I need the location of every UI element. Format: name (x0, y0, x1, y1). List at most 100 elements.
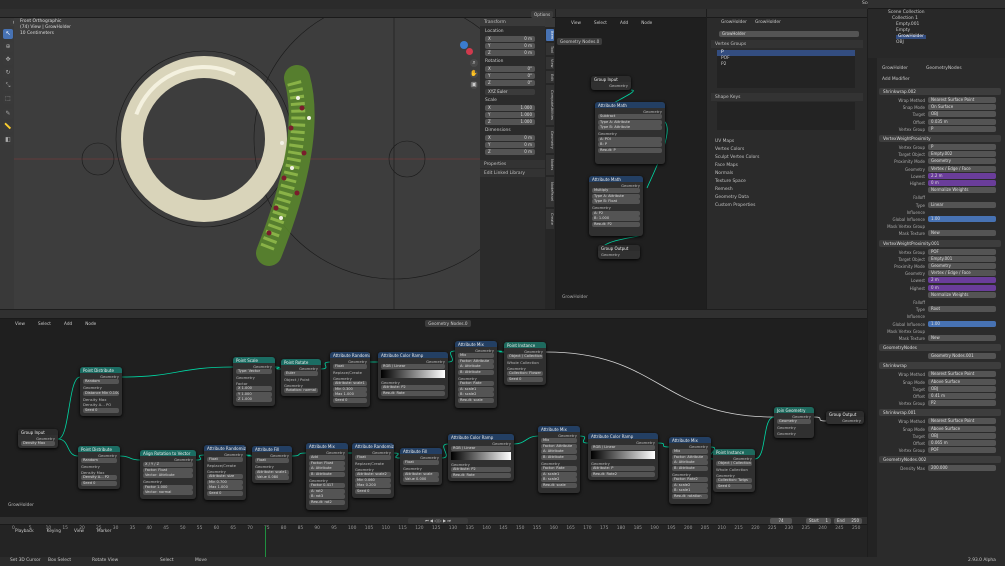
node-field[interactable]: B: rot3 (309, 494, 345, 499)
node-field[interactable]: Geometry (777, 419, 811, 424)
sidebar-tab-edit[interactable]: Edit (546, 71, 554, 83)
sidebar-tab-geometry[interactable]: Geometry (546, 127, 554, 153)
node-field[interactable]: RGB / Linear (451, 446, 511, 451)
node-field[interactable]: Attribute: P2 (381, 385, 445, 390)
small-node-attribute-math-2[interactable]: Attribute Math Geometry Multiply Type A:… (589, 176, 643, 236)
zoom-icon[interactable]: ⌕ (470, 59, 478, 67)
modifier-prop-field[interactable]: 0.035 m (928, 118, 996, 125)
node-point-rotate[interactable]: Point Rotate Geometry Euler Object / Point G… (281, 359, 321, 396)
node-field[interactable]: A: Attribute (309, 466, 345, 471)
rotation-z-field[interactable]: Z 0° (485, 80, 535, 86)
node-point-instance[interactable]: Point Instance Geometry Object / Collectio… (504, 342, 546, 385)
modifier-prop-field[interactable]: Geometry Nodes.001 (928, 353, 996, 360)
outliner-item[interactable]: Scene Collection (888, 10, 925, 15)
modifier-prop-field[interactable]: 1.00 (928, 320, 996, 327)
modifier-prop-field[interactable]: Linear (928, 201, 996, 208)
node-field[interactable]: Value 0.080 (255, 475, 289, 480)
camera-icon[interactable]: ▣ (470, 81, 478, 89)
node-field[interactable]: Result: Rate (381, 390, 445, 396)
small-node-attribute-math-1[interactable]: Attribute Math Geometry Subtract Type A:… (595, 102, 665, 164)
node-field[interactable]: Object / Collection (716, 461, 752, 466)
shape-keys-panel[interactable]: Shape Keys (711, 93, 863, 101)
modifier-prop-field[interactable]: 0 m (928, 180, 996, 186)
node-align-rotation-to-vector[interactable]: Align Rotation to Vector Geometry X / Y / … (140, 450, 196, 499)
modifier-prop-field[interactable]: Nearest Surface Point (928, 418, 996, 425)
node-field[interactable]: Float (255, 458, 289, 463)
node-dropdown[interactable]: Type A: Attribute (592, 193, 640, 199)
modifier-prop-field[interactable]: OBJ (928, 111, 996, 118)
node-field[interactable]: Collection: Twigs (716, 478, 752, 483)
node-field[interactable]: A: scale1 (541, 471, 577, 477)
node-field[interactable]: Factor: Attribute (458, 358, 494, 364)
node-attribute-randomize[interactable]: Attribute RandomizeGeometryFloatReplace/… (352, 443, 394, 498)
properties-panel-title[interactable]: Properties (480, 160, 545, 168)
node-field[interactable]: Factor: Rate2 (672, 477, 708, 482)
vertex-colors-panel[interactable]: Vertex Colors (711, 145, 863, 153)
node-field[interactable]: A: P2 (592, 210, 640, 216)
modifier-prop-field[interactable]: New (928, 230, 996, 237)
dimensions-y-field[interactable]: Y 0 m (485, 142, 535, 148)
sidebar-tab-item[interactable]: Item (546, 29, 554, 41)
modifier-header[interactable]: Shrinkwrap.001 (879, 409, 1001, 417)
node-field[interactable]: Seed 0 (333, 397, 367, 403)
node-field[interactable]: A: scale1 (458, 386, 494, 392)
node-field[interactable]: Density A... P2 (81, 475, 117, 480)
node-field[interactable]: Random (83, 379, 119, 384)
modifier-prop-field[interactable]: Vertex / Edge / Face (928, 165, 996, 172)
node-field[interactable]: Result: rotation (672, 493, 708, 499)
node-field[interactable]: B: scale2 (458, 392, 494, 397)
add-cube-tool-icon[interactable]: ◧ (3, 135, 13, 145)
node-attribute-mix[interactable]: Attribute Mix Geometry Mix Factor: Attribut… (538, 426, 580, 493)
node-attribute-color-ramp[interactable]: Attribute Color Ramp Geometry RGB / Linear… (588, 433, 658, 480)
viewport-canvas[interactable]: Front Orthographic (74) View | GrowHolde… (14, 18, 480, 309)
modifier-prop-field[interactable]: Nearest Surface Point (928, 371, 996, 378)
node-attribute-color-ramp[interactable]: Attribute Color Ramp Geometry RGB / Linear… (448, 434, 514, 481)
modifier-prop-field[interactable]: Above Surface (928, 378, 996, 385)
node-point-distribute[interactable]: Point Distribute Geometry Random Geometry Di… (80, 367, 122, 416)
outliner-item[interactable]: Collection 1 (892, 16, 918, 21)
timeline[interactable]: Playback Keying View Marker ⏮ ◀ ◁ ▷ ▶ ⏭ … (0, 517, 867, 557)
modifier-prop-field[interactable]: 0.41 m (928, 393, 996, 399)
node-field[interactable]: Float (333, 364, 367, 369)
outliner-item[interactable]: OBJ (896, 40, 904, 45)
node-dropdown[interactable]: Type A: Attribute (598, 119, 662, 125)
transform-panel-title[interactable]: Transform (480, 18, 545, 26)
modifier-prop-field[interactable]: Geometry (928, 158, 996, 165)
modifier-prop-field[interactable]: 1.00 (928, 216, 996, 222)
rotation-x-field[interactable]: X 0° (485, 66, 535, 72)
node-point-distribute[interactable]: Point Distribute Geometry Random Geometry De… (78, 446, 120, 489)
move-tool-icon[interactable]: ✥ (3, 55, 13, 65)
node-field[interactable]: Vector: Attribute (143, 473, 193, 478)
node-field[interactable]: Factor: Float (309, 460, 345, 466)
pan-hand-icon[interactable]: ✋ (470, 70, 478, 78)
modifier-prop-field[interactable]: Geometry (928, 263, 996, 269)
node-field[interactable]: Result: Rate (451, 472, 511, 478)
modifier-prop-field[interactable]: 2 m (928, 277, 996, 284)
node-field[interactable]: B: 1.000 (592, 216, 640, 221)
node-field[interactable]: Random (81, 458, 117, 463)
modifier-prop-field[interactable]: Empty.002 (928, 151, 996, 158)
node-dropdown[interactable]: Type B: Attribute (598, 125, 662, 130)
node-field[interactable]: Mix (458, 353, 494, 358)
scale-z-field[interactable]: Z 1.000 (485, 119, 535, 125)
node-field[interactable]: Mix (672, 449, 708, 454)
measure-tool-icon[interactable]: 📏 (3, 122, 13, 132)
node-field[interactable]: Result: P (598, 147, 662, 153)
node-field[interactable]: Seed 0 (355, 488, 391, 494)
modifier-prop-field[interactable]: 0.065 m (928, 440, 996, 446)
transform-tool-icon[interactable]: ⬚ (3, 94, 13, 104)
rotation-y-field[interactable]: Y 0° (485, 73, 535, 79)
node-field[interactable]: Euler (284, 371, 318, 376)
modifier-prop-field[interactable]: 200.000 (928, 465, 996, 472)
small-node-editor[interactable]: View Select Add Node Geometry Nodes.0 Gr… (556, 9, 706, 309)
dimensions-x-field[interactable]: X 0 m (485, 135, 535, 141)
modifier-prop-field[interactable]: P2 (928, 400, 996, 407)
node-dropdown[interactable]: Multiply (592, 188, 640, 193)
rotation-mode-dropdown[interactable]: XYZ Euler (485, 89, 535, 95)
location-z-field[interactable]: Z 0 m (485, 50, 535, 56)
node-field[interactable]: B: Attribute (541, 454, 577, 460)
node-field[interactable]: Seed 0 (83, 407, 119, 413)
modifier-prop-field[interactable]: On Surface (928, 104, 996, 111)
node-field[interactable]: RGB / Linear (591, 445, 655, 450)
modifier-header[interactable]: Shrinkwrap.002 (879, 88, 1001, 95)
